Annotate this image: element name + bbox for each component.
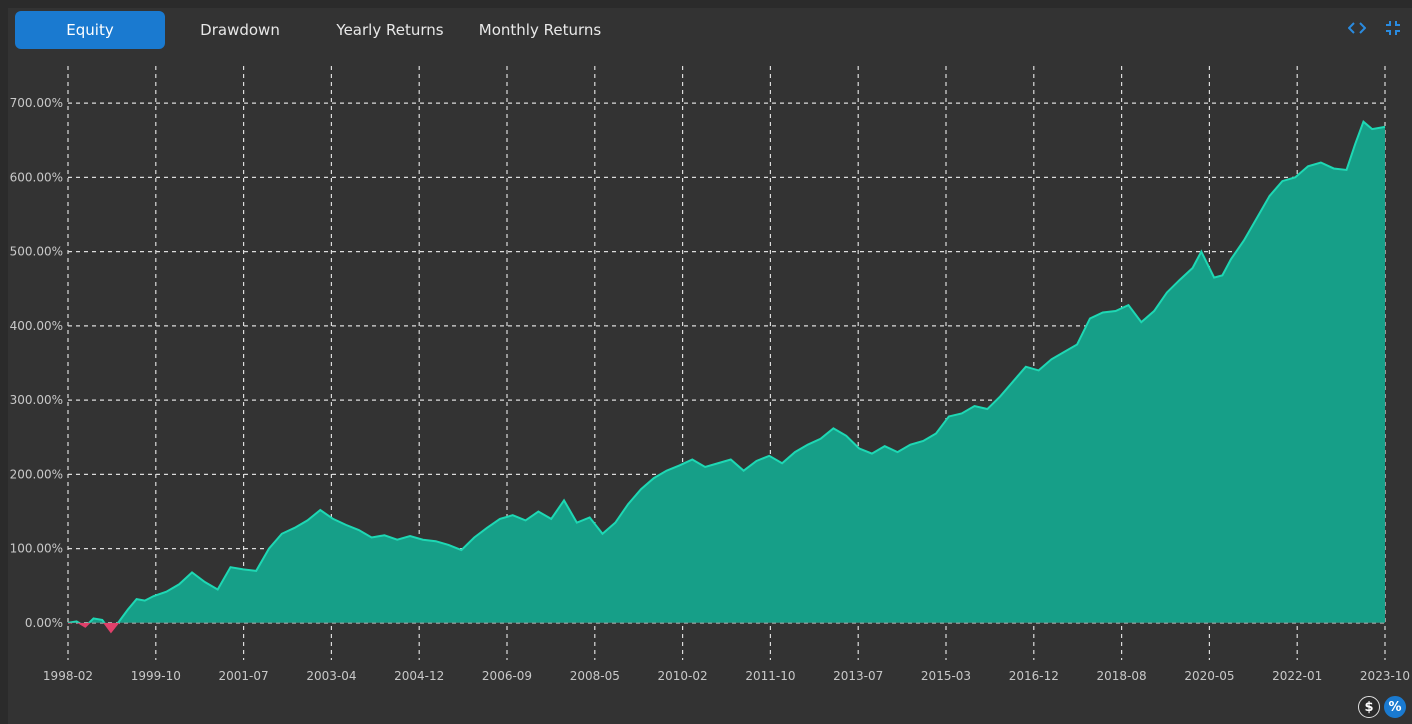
x-tick-label: 2020-05 — [1184, 669, 1234, 683]
x-tick-label: 2016-12 — [1009, 669, 1059, 683]
y-tick-label: 200.00% — [10, 467, 63, 481]
x-tick-label: 2003-04 — [306, 669, 356, 683]
x-tick-label: 2023-10 — [1360, 669, 1410, 683]
x-tick-label: 1998-02 — [43, 669, 93, 683]
y-tick-label: 500.00% — [10, 245, 63, 259]
area-layer — [67, 119, 1386, 634]
y-tick-label: 700.00% — [10, 96, 63, 110]
tab-bar: Equity Drawdown Yearly Returns Monthly R… — [15, 11, 615, 49]
tab-drawdown[interactable]: Drawdown — [165, 11, 315, 49]
y-tick-label: 300.00% — [10, 393, 63, 407]
tab-monthly-returns[interactable]: Monthly Returns — [465, 11, 615, 49]
x-axis-labels: 1998-02 1999-10 2001-07 2003-04 2004-12 2006-… — [43, 669, 1410, 683]
y-axis-labels: 0.00% 100.00% 200.00% 300.00% 400.00% 500.00%… — [10, 96, 63, 630]
x-tick-label: 2004-12 — [394, 669, 444, 683]
y-tick-label: 400.00% — [10, 319, 63, 333]
percent-toggle-button[interactable]: % — [1384, 696, 1406, 718]
tab-equity[interactable]: Equity — [15, 11, 165, 49]
x-tick-label: 2011-10 — [745, 669, 795, 683]
x-tick-label: 2008-05 — [570, 669, 620, 683]
x-tick-label: 2022-01 — [1272, 669, 1322, 683]
x-tick-label: 2010-02 — [658, 669, 708, 683]
x-tick-label: 2015-03 — [921, 669, 971, 683]
x-tick-label: 1999-10 — [131, 669, 181, 683]
x-tick-label: 2018-08 — [1097, 669, 1147, 683]
unit-toggle: $ % — [1358, 696, 1406, 718]
x-tick-label: 2001-07 — [219, 669, 269, 683]
y-tick-label: 0.00% — [25, 616, 63, 630]
tab-yearly-returns[interactable]: Yearly Returns — [315, 11, 465, 49]
chart-tools — [1346, 20, 1404, 36]
dollar-toggle-button[interactable]: $ — [1358, 696, 1380, 718]
y-tick-label: 600.00% — [10, 170, 63, 184]
x-tick-label: 2006-09 — [482, 669, 532, 683]
code-icon[interactable] — [1346, 20, 1368, 36]
x-tick-label: 2013-07 — [833, 669, 883, 683]
y-tick-label: 100.00% — [10, 542, 63, 556]
equity-chart: 1998-02 1999-10 2001-07 2003-04 2004-12 2006-… — [10, 66, 1410, 683]
collapse-icon[interactable] — [1382, 20, 1404, 36]
